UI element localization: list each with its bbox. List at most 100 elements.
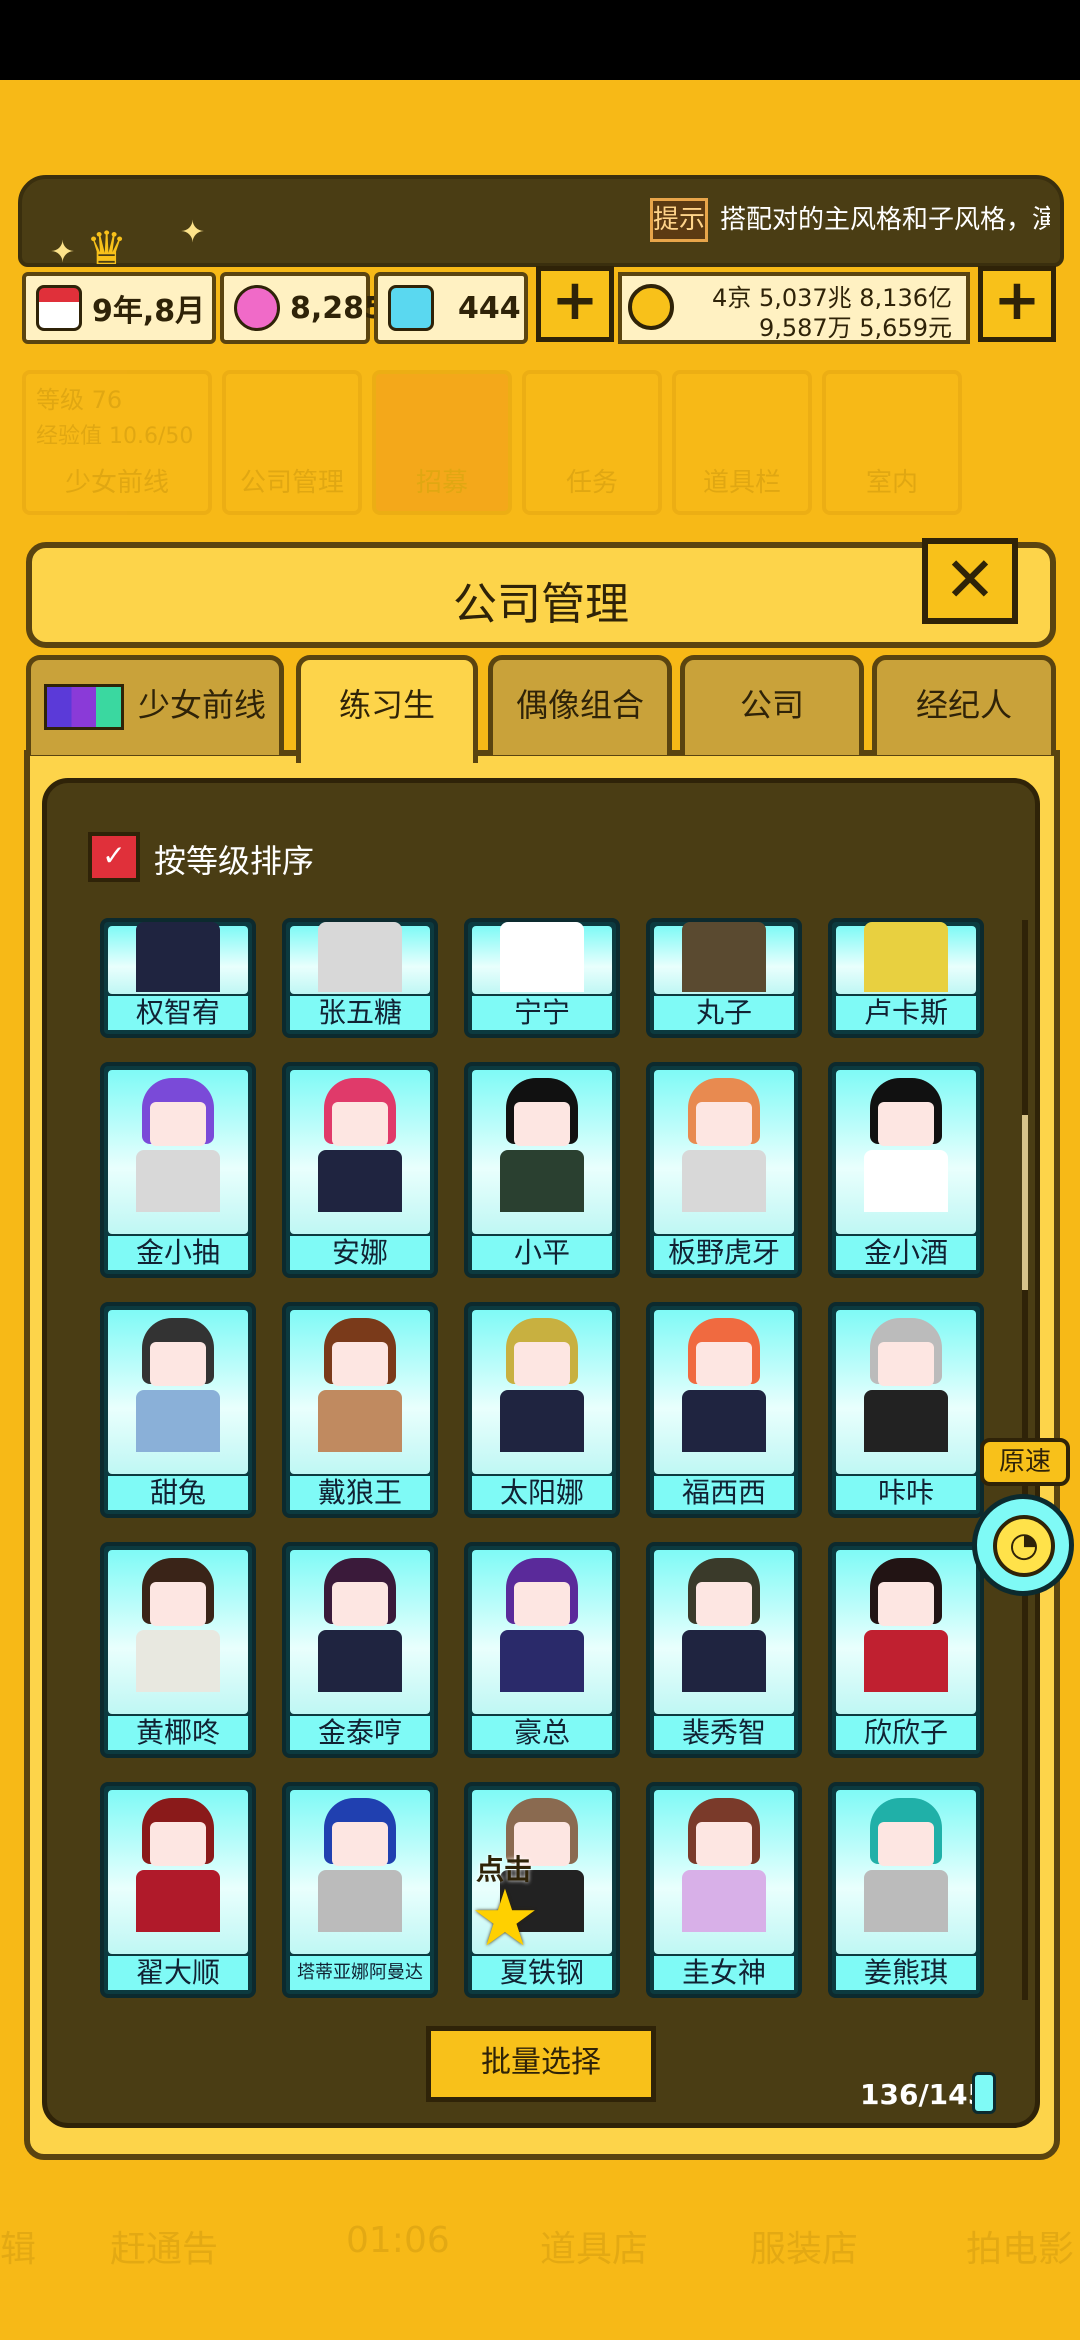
sparkle-icon: ✦ (50, 235, 76, 270)
trainee-card[interactable]: 金泰哼 (282, 1542, 438, 1758)
status-bar (0, 0, 1080, 80)
trainee-name: 宁宁 (472, 996, 612, 1030)
bg-menu-label: 少女前线 (64, 468, 169, 498)
pink-gem-value: 8,285 (290, 290, 385, 326)
trainee-card[interactable]: 丸子 (646, 918, 802, 1038)
bg-menu-label: 招募 (415, 468, 468, 498)
trainee-card[interactable]: 裴秀智 (646, 1542, 802, 1758)
tab-agent[interactable]: 经纪人 (872, 655, 1056, 755)
trainee-card[interactable]: 宁宁 (464, 918, 620, 1038)
hint-badge: 提示 (650, 198, 708, 242)
trainee-name: 金小抽 (108, 1236, 248, 1270)
trainee-card[interactable]: 黄椰咚 (100, 1542, 256, 1758)
bg-menu-label: 任务 (565, 468, 618, 498)
trainee-name: 塔蒂亚娜阿曼达 (290, 1956, 430, 1990)
batch-select-button[interactable]: 批量选择 (426, 2026, 656, 2102)
trainee-card[interactable]: 姜熊琪 (828, 1782, 984, 1998)
sort-label[interactable]: 按等级排序 (154, 836, 314, 882)
trainee-name: 安娜 (290, 1236, 430, 1270)
trainee-card[interactable]: 权智宥 (100, 918, 256, 1038)
trainee-card[interactable]: 圭女神 (646, 1782, 802, 1998)
hint-text: 搭配对的主风格和子风格，演 (720, 205, 1050, 235)
bg-nav-label: 道具店 (540, 2229, 649, 2270)
trainee-card[interactable]: 欣欣子 (828, 1542, 984, 1758)
trainee-card[interactable]: 豪总 (464, 1542, 620, 1758)
bg-menu-interior: 室内 (822, 370, 962, 515)
trainee-name: 小平 (472, 1236, 612, 1270)
add-gems-button[interactable]: + (536, 266, 614, 342)
trainee-name: 太阳娜 (472, 1476, 612, 1510)
bg-menu-tasks: 任务 (522, 370, 662, 515)
trainee-name: 福西西 (654, 1476, 794, 1510)
trainee-card[interactable]: 福西西 (646, 1302, 802, 1518)
bg-level: 等级 76 (36, 386, 123, 414)
tab-label: 少女前线 (137, 686, 266, 724)
sort-checkbox-icon[interactable]: ✓ (88, 832, 140, 882)
trainee-name: 甜兔 (108, 1476, 248, 1510)
calendar-icon (36, 285, 82, 331)
tab-idol-groups[interactable]: 偶像组合 (488, 655, 672, 755)
background-menu: 等级 76 经验值 10.6/50 少女前线 公司管理 招募 任务 道具栏 室内 (16, 360, 1076, 525)
tab-label: 经纪人 (915, 686, 1012, 724)
trainee-name: 翟大顺 (108, 1956, 248, 1990)
blue-gem-icon (388, 285, 434, 331)
scrollbar-thumb[interactable] (1022, 1115, 1028, 1290)
trainee-card[interactable]: 小平 (464, 1062, 620, 1278)
trainee-card[interactable]: 甜兔 (100, 1302, 256, 1518)
gold-value-line2: 9,587万 5,659元 (758, 314, 952, 342)
trainee-card[interactable]: 翟大顺 (100, 1782, 256, 1998)
trainee-card[interactable]: 太阳娜 (464, 1302, 620, 1518)
date-value: 9年,8月 (92, 294, 206, 329)
trainee-count-icon (972, 2072, 996, 2114)
close-button[interactable]: ✕ (922, 538, 1018, 624)
trainee-count: 136/145 (860, 2078, 988, 2111)
sparkle-icon: ✦ (180, 215, 206, 250)
speed-button[interactable]: ◔ (972, 1494, 1074, 1596)
trainee-name: 戴狼王 (290, 1476, 430, 1510)
bg-nav-label: 拍电影 (966, 2229, 1075, 2270)
trainee-card[interactable]: 卢卡斯 (828, 918, 984, 1038)
bg-menu-items: 道具栏 (672, 370, 812, 515)
trainee-name: 咔咔 (836, 1476, 976, 1510)
trainee-name: 权智宥 (108, 996, 248, 1030)
tab-girls-frontline[interactable]: 少女前线 (26, 655, 284, 755)
bg-menu-company: 公司管理 (222, 370, 362, 515)
window-title: 公司管理 (453, 579, 629, 630)
trainee-name: 裴秀智 (654, 1716, 794, 1750)
pink-gem-icon (234, 285, 280, 331)
group-icon (43, 684, 124, 730)
trainee-card[interactable]: 塔蒂亚娜阿曼达 (282, 1782, 438, 1998)
window-title-bar: 公司管理 (26, 542, 1056, 648)
speed-label[interactable]: 原速 (980, 1438, 1070, 1486)
pink-gem-counter: 8,285 (220, 272, 385, 344)
tab-company[interactable]: 公司 (680, 655, 864, 755)
tab-trainees[interactable]: 练习生 (296, 655, 478, 763)
trainee-card[interactable]: 戴狼王 (282, 1302, 438, 1518)
tab-label: 偶像组合 (515, 686, 644, 724)
trainee-name: 姜熊琪 (836, 1956, 976, 1990)
trainee-name: 圭女神 (654, 1956, 794, 1990)
trainee-name: 张五糖 (290, 996, 430, 1030)
bg-nav-label: 辑 (0, 2229, 37, 2270)
trainee-name: 卢卡斯 (836, 996, 976, 1030)
bg-nav-label: 01:06 (346, 2220, 450, 2261)
tab-label: 公司 (739, 686, 804, 724)
trainee-card[interactable]: 安娜 (282, 1062, 438, 1278)
coin-icon (628, 284, 674, 330)
bg-menu-label: 室内 (865, 468, 918, 498)
trainee-name: 金小酒 (836, 1236, 976, 1270)
background-bottom-nav: 辑 赶通告 01:06 道具店 服装店 拍电影 (0, 2180, 1080, 2340)
trainee-card[interactable]: 板野虎牙 (646, 1062, 802, 1278)
date-display: 9年,8月 (22, 272, 216, 344)
add-gold-button[interactable]: + (978, 266, 1056, 342)
trainee-card[interactable]: 金小酒 (828, 1062, 984, 1278)
clock-icon: ◔ (993, 1515, 1055, 1577)
trainee-card[interactable]: 张五糖 (282, 918, 438, 1038)
trainee-name: 豪总 (472, 1716, 612, 1750)
bg-menu-girls-frontline: 等级 76 经验值 10.6/50 少女前线 (22, 370, 212, 515)
blue-gem-value: 444 (458, 290, 521, 326)
trainee-card[interactable]: 咔咔 (828, 1302, 984, 1518)
star-icon[interactable]: ★ (470, 1880, 540, 1958)
bg-menu-label: 道具栏 (702, 468, 781, 498)
trainee-card[interactable]: 金小抽 (100, 1062, 256, 1278)
